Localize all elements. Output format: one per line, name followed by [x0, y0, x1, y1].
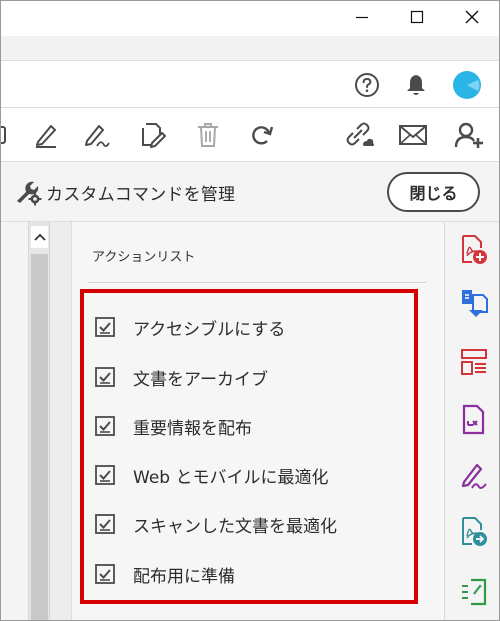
close-icon	[465, 10, 479, 24]
add-user-button[interactable]	[452, 119, 486, 151]
wrench-gear-icon	[14, 180, 42, 206]
action-list-panel: アクションリスト アクセシブルにする 文書をアーカイブ 重要情報を配布 Web …	[72, 222, 444, 621]
fill-sign-icon	[461, 463, 487, 489]
marker-tool-button[interactable]	[0, 119, 22, 151]
organize-tool-button[interactable]	[136, 119, 170, 151]
delete-icon	[198, 123, 218, 147]
organize-pages-icon	[461, 349, 487, 375]
combine-files-button[interactable]	[459, 286, 489, 318]
divider	[88, 282, 426, 283]
panel-divider	[50, 222, 72, 621]
sign-icon	[85, 125, 110, 148]
mail-icon	[399, 125, 427, 145]
tools-toolbar	[0, 108, 500, 162]
close-button[interactable]: 閉じる	[387, 172, 480, 212]
compress-pdf-button[interactable]	[459, 404, 489, 436]
close-window-button[interactable]	[446, 0, 498, 34]
scroll-up-button[interactable]	[31, 226, 48, 248]
highlighter-icon	[36, 125, 56, 148]
sign-tool-button[interactable]	[80, 119, 114, 151]
account-avatar-icon	[453, 71, 481, 99]
action-list-heading: アクションリスト	[92, 250, 196, 265]
compress-pdf-icon	[462, 404, 485, 435]
tab-strip	[0, 36, 500, 60]
create-pdf-icon	[462, 235, 487, 264]
scroll-thumb[interactable]	[31, 254, 48, 621]
document-area	[0, 222, 28, 621]
more-tools-button[interactable]	[459, 576, 489, 608]
bell-icon	[407, 75, 425, 95]
add-user-icon	[454, 122, 483, 148]
highlight-tool-button[interactable]	[29, 119, 63, 151]
export-pdf-button[interactable]	[459, 516, 489, 548]
email-button[interactable]	[396, 119, 430, 151]
help-button[interactable]	[351, 69, 383, 101]
more-tools-icon	[462, 578, 487, 606]
command-title: カスタムコマンドを管理	[46, 185, 236, 205]
combine-files-icon	[462, 290, 488, 317]
notifications-button[interactable]	[400, 69, 432, 101]
account-button[interactable]	[451, 69, 483, 101]
redo-icon	[252, 126, 274, 145]
link-share-icon	[346, 122, 374, 146]
create-pdf-button[interactable]	[459, 234, 489, 266]
tools-rail	[444, 222, 500, 621]
top-bar	[0, 60, 500, 108]
export-pdf-icon	[462, 517, 487, 546]
organize-pages-button[interactable]	[459, 346, 489, 378]
marker-icon	[0, 126, 6, 144]
chevron-up-icon	[33, 233, 46, 241]
redo-tool-button[interactable]	[245, 119, 279, 151]
edit-pages-icon	[142, 123, 166, 148]
minimize-button[interactable]	[336, 0, 388, 34]
fill-sign-button[interactable]	[459, 460, 489, 492]
maximize-icon	[410, 10, 424, 24]
title-bar	[0, 0, 500, 36]
highlight-box	[80, 289, 418, 604]
help-icon	[355, 73, 379, 97]
scrollbar[interactable]	[28, 222, 50, 621]
share-link-button[interactable]	[342, 119, 376, 151]
minimize-icon	[356, 16, 368, 19]
delete-tool-button[interactable]	[191, 119, 225, 151]
maximize-button[interactable]	[391, 0, 443, 34]
